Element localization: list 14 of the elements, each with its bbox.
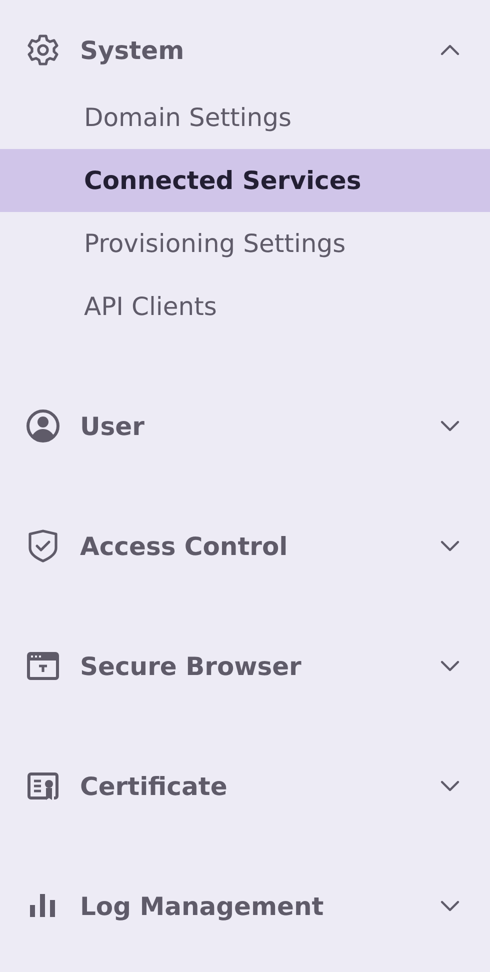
submenu-item[interactable]: API Clients — [0, 275, 490, 338]
section-header[interactable]: Log Management — [0, 874, 490, 938]
section-header[interactable]: Access Control — [0, 514, 490, 578]
section-header[interactable]: Secure Browser — [0, 634, 490, 698]
browser-window-icon — [26, 649, 60, 683]
section-header[interactable]: System — [0, 18, 490, 82]
user-icon — [26, 409, 60, 443]
section-header[interactable]: User — [0, 394, 490, 458]
submenu-item[interactable]: Connected Services — [0, 149, 490, 212]
gear-icon — [26, 33, 60, 67]
submenu-item[interactable]: Provisioning Settings — [0, 212, 490, 275]
section-header[interactable]: Certificate — [0, 754, 490, 818]
shield-check-icon — [26, 529, 60, 563]
submenu-item[interactable]: Domain Settings — [0, 86, 490, 149]
